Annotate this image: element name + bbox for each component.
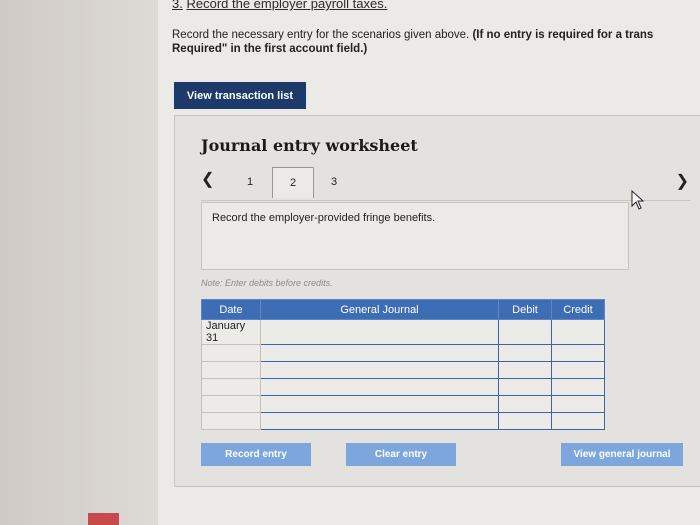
step-heading: 3. Record the employer payroll taxes. bbox=[172, 0, 387, 11]
bottom-tab-indicator bbox=[88, 513, 119, 525]
date-cell: January 31 bbox=[201, 319, 261, 345]
credit-input[interactable] bbox=[551, 361, 605, 379]
table-header-row: Date General Journal Debit Credit bbox=[201, 299, 605, 320]
note-text: Note: Enter debits before credits. bbox=[201, 278, 333, 288]
date-cell bbox=[201, 412, 261, 430]
chevron-left-icon[interactable]: ❮ bbox=[201, 169, 214, 189]
worksheet-title: Journal entry worksheet bbox=[201, 136, 418, 155]
header-debit: Debit bbox=[498, 299, 552, 320]
date-cell bbox=[201, 395, 261, 413]
account-input[interactable] bbox=[260, 395, 499, 413]
table-row bbox=[201, 361, 605, 379]
tab-1[interactable]: 1 bbox=[230, 167, 270, 197]
account-input[interactable] bbox=[260, 361, 499, 379]
account-input[interactable] bbox=[260, 344, 499, 362]
table-row bbox=[201, 378, 605, 396]
tab-divider bbox=[201, 200, 691, 201]
instructions-line2: Required" in the first account field.) bbox=[172, 43, 368, 55]
table-row bbox=[201, 344, 605, 362]
table-row bbox=[201, 395, 605, 413]
debit-input[interactable] bbox=[498, 395, 552, 413]
chevron-right-icon[interactable]: ❯ bbox=[676, 171, 689, 191]
clear-entry-button[interactable]: Clear entry bbox=[346, 443, 456, 466]
debit-input[interactable] bbox=[498, 344, 552, 362]
debit-input[interactable] bbox=[498, 361, 552, 379]
left-margin bbox=[0, 0, 158, 525]
view-general-journal-button[interactable]: View general journal bbox=[561, 443, 683, 466]
debit-input[interactable] bbox=[498, 319, 552, 345]
view-transaction-list-button[interactable]: View transaction list bbox=[174, 82, 306, 109]
instructions-text: Record the necessary entry for the scena… bbox=[172, 29, 470, 41]
credit-input[interactable] bbox=[551, 344, 605, 362]
debit-input[interactable] bbox=[498, 378, 552, 396]
credit-input[interactable] bbox=[551, 319, 605, 345]
prompt-text: Record the employer-provided fringe bene… bbox=[212, 212, 436, 224]
journal-table: Date General Journal Debit Credit Januar… bbox=[201, 299, 605, 430]
header-date: Date bbox=[201, 299, 261, 320]
date-cell bbox=[201, 378, 261, 396]
instructions-bold: (If no entry is required for a trans bbox=[472, 29, 654, 41]
credit-input[interactable] bbox=[551, 412, 605, 430]
record-entry-button[interactable]: Record entry bbox=[201, 443, 311, 466]
entry-prompt: Record the employer-provided fringe bene… bbox=[201, 202, 629, 270]
table-row bbox=[201, 412, 605, 430]
account-input[interactable] bbox=[260, 378, 499, 396]
account-input[interactable] bbox=[260, 412, 499, 430]
header-credit: Credit bbox=[551, 299, 605, 320]
credit-input[interactable] bbox=[551, 378, 605, 396]
table-row: January 31 bbox=[201, 319, 605, 345]
header-general-journal: General Journal bbox=[260, 299, 499, 320]
step-number: 3. bbox=[172, 0, 183, 11]
cursor-icon bbox=[631, 190, 645, 210]
tab-3[interactable]: 3 bbox=[314, 167, 354, 197]
step-title: Record the employer payroll taxes. bbox=[186, 0, 388, 11]
date-cell bbox=[201, 361, 261, 379]
instructions: Record the necessary entry for the scena… bbox=[172, 28, 700, 56]
account-input[interactable] bbox=[260, 319, 499, 345]
credit-input[interactable] bbox=[551, 395, 605, 413]
journal-entry-worksheet: Journal entry worksheet ❮ 1 2 3 ❯ Record… bbox=[174, 115, 700, 487]
debit-input[interactable] bbox=[498, 412, 552, 430]
date-cell bbox=[201, 344, 261, 362]
tab-2[interactable]: 2 bbox=[272, 167, 314, 198]
